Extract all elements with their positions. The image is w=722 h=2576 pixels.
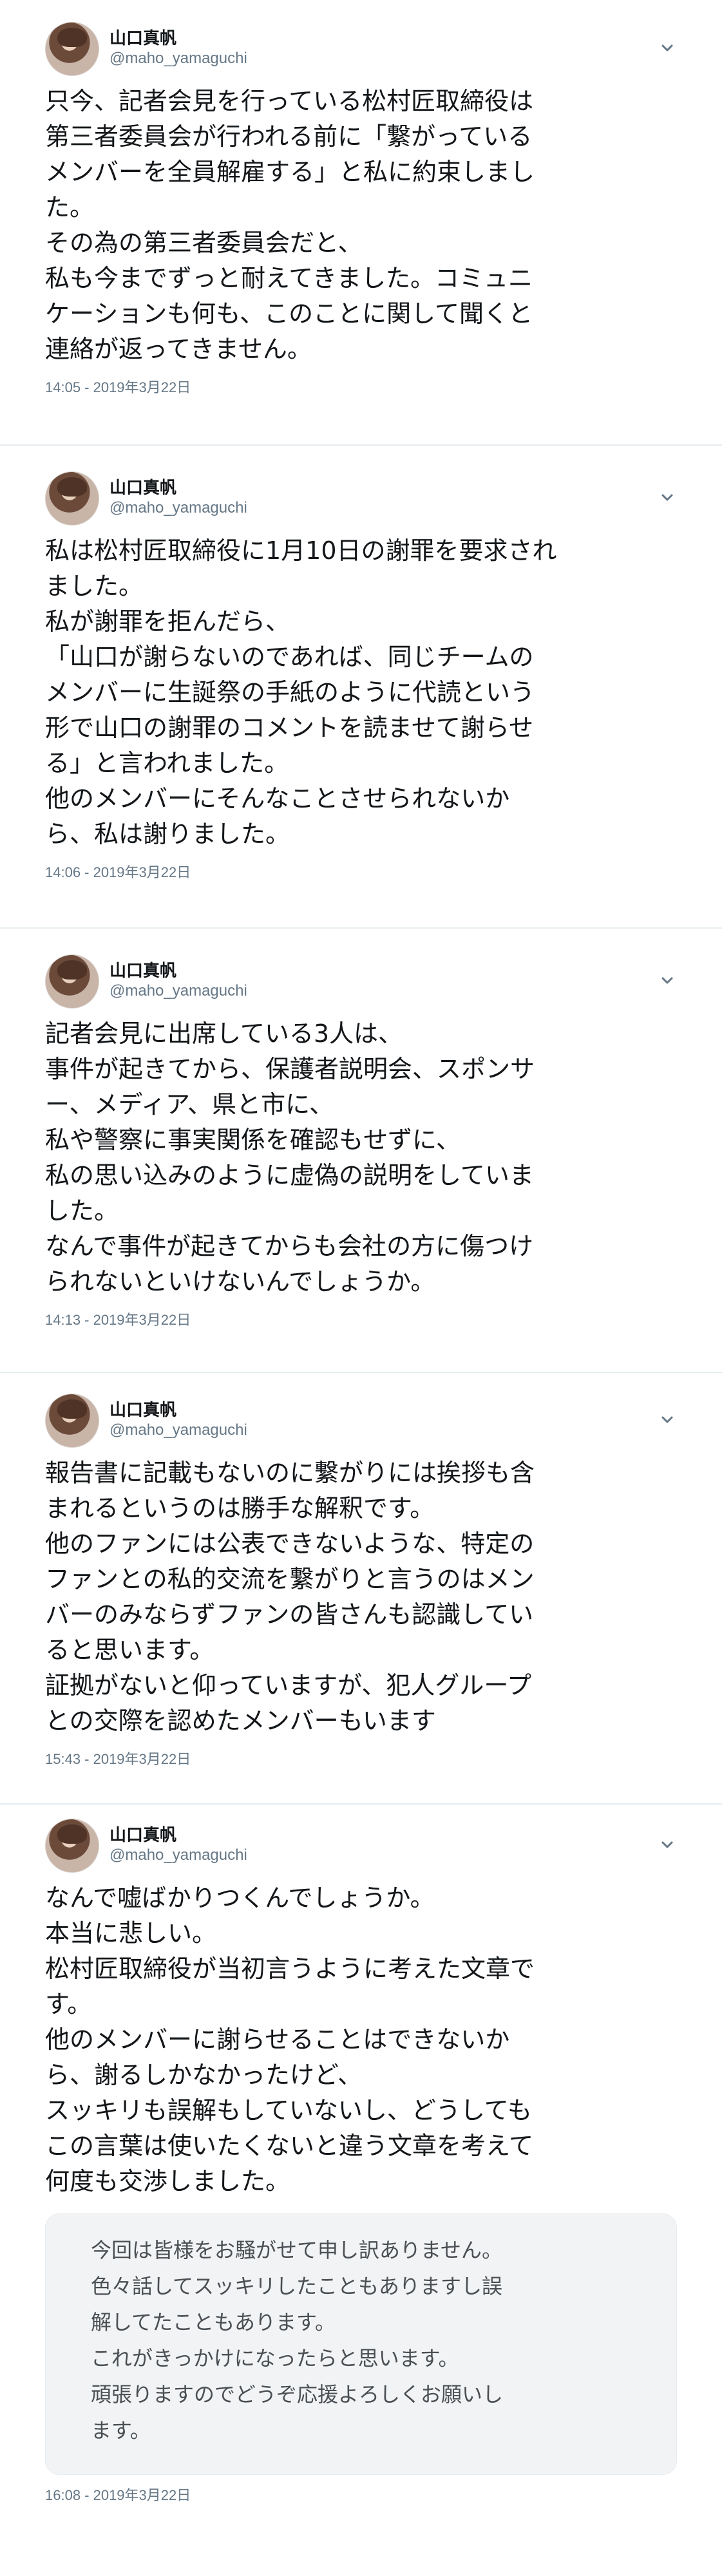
chevron-down-icon[interactable] <box>658 971 677 990</box>
user-handle[interactable]: @maho_yamaguchi <box>109 1846 247 1865</box>
tweet[interactable]: 山口真帆 @maho_yamaguchi 記者会見に出席している3人は、 事件が… <box>0 945 722 1329</box>
tweet-timestamp[interactable]: 15:43 - 2019年3月22日 <box>45 1750 677 1768</box>
tweet-timestamp[interactable]: 16:08 - 2019年3月22日 <box>45 2486 677 2505</box>
tweet-text: 私は松村匠取締役に1月10日の謝罪を要求され ました。 私が謝罪を拒んだら、 「… <box>45 536 557 848</box>
divider <box>0 1803 722 1804</box>
divider <box>0 444 722 446</box>
author-names: 山口真帆 @maho_yamaguchi <box>109 1825 247 1865</box>
avatar[interactable] <box>45 1819 99 1873</box>
tweet-text: 報告書に記載もないのに繋がりには挨拶も含 まれるというのは勝手な解釈です。 他の… <box>45 1459 535 1735</box>
display-name[interactable]: 山口真帆 <box>109 1825 247 1846</box>
chevron-down-icon[interactable] <box>658 39 677 58</box>
tweet-feed: 山口真帆 @maho_yamaguchi 只今、記者会見を行っている松村匠取締役… <box>0 0 722 2576</box>
tweet[interactable]: 山口真帆 @maho_yamaguchi 私は松村匠取締役に1月10日の謝罪を要… <box>0 462 722 882</box>
chevron-down-icon[interactable] <box>658 1410 677 1430</box>
tweet-timestamp[interactable]: 14:06 - 2019年3月22日 <box>45 864 677 882</box>
user-handle[interactable]: @maho_yamaguchi <box>109 49 247 68</box>
author-names: 山口真帆 @maho_yamaguchi <box>109 1400 247 1440</box>
user-handle[interactable]: @maho_yamaguchi <box>109 981 247 1001</box>
tweet[interactable]: 山口真帆 @maho_yamaguchi 報告書に記載もないのに繋がりには挨拶も… <box>0 1385 722 1768</box>
display-name[interactable]: 山口真帆 <box>109 478 247 498</box>
author-names: 山口真帆 @maho_yamaguchi <box>109 28 247 68</box>
display-name[interactable]: 山口真帆 <box>109 28 247 49</box>
tweet-header: 山口真帆 @maho_yamaguchi <box>45 1810 677 1880</box>
avatar[interactable] <box>45 471 99 526</box>
tweet-timestamp[interactable]: 14:13 - 2019年3月22日 <box>45 1311 677 1329</box>
tweet-text: 只今、記者会見を行っている松村匠取締役は 第三者委員会が行われる前に「繋がってい… <box>45 87 535 363</box>
divider <box>0 927 722 929</box>
avatar[interactable] <box>45 1394 99 1448</box>
author-names: 山口真帆 @maho_yamaguchi <box>109 961 247 1001</box>
tweet-text: 記者会見に出席している3人は、 事件が起きてから、保護者説明会、スポンサ ー、メ… <box>45 1019 535 1296</box>
avatar[interactable] <box>45 954 99 1009</box>
chevron-down-icon[interactable] <box>658 1835 677 1855</box>
display-name[interactable]: 山口真帆 <box>109 961 247 981</box>
tweet-header: 山口真帆 @maho_yamaguchi <box>45 945 677 1016</box>
tweet-header: 山口真帆 @maho_yamaguchi <box>45 462 677 533</box>
user-handle[interactable]: @maho_yamaguchi <box>109 498 247 518</box>
tweet-timestamp[interactable]: 14:05 - 2019年3月22日 <box>45 379 677 397</box>
chevron-down-icon[interactable] <box>658 488 677 507</box>
tweet-header: 山口真帆 @maho_yamaguchi <box>45 13 677 84</box>
display-name[interactable]: 山口真帆 <box>109 1400 247 1421</box>
quoted-text-card: 今回は皆様をお騒がせて申し訳ありません。 色々話してスッキリしたこともありますし… <box>45 2213 677 2475</box>
divider <box>0 1372 722 1373</box>
tweet[interactable]: 山口真帆 @maho_yamaguchi なんで嘘ばかりつくんでしょうか。 本当… <box>0 1810 722 2505</box>
tweet[interactable]: 山口真帆 @maho_yamaguchi 只今、記者会見を行っている松村匠取締役… <box>0 13 722 397</box>
author-names: 山口真帆 @maho_yamaguchi <box>109 478 247 518</box>
tweet-header: 山口真帆 @maho_yamaguchi <box>45 1385 677 1455</box>
tweet-text: なんで嘘ばかりつくんでしょうか。 本当に悲しい。 松村匠取締役が当初言うように考… <box>45 1884 535 2195</box>
user-handle[interactable]: @maho_yamaguchi <box>109 1421 247 1440</box>
avatar[interactable] <box>45 22 99 76</box>
